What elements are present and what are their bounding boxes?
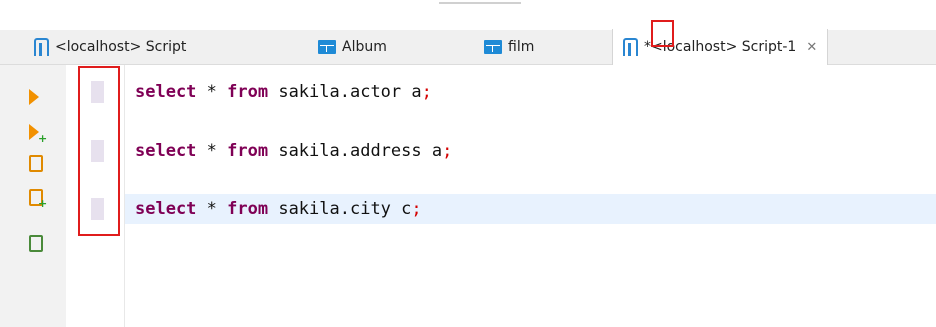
keyword-select: select xyxy=(135,199,197,219)
tab-label: Album xyxy=(342,39,387,55)
tab-label: film xyxy=(508,39,535,55)
tab-album[interactable]: Album xyxy=(318,30,387,64)
execute-script-new-tab-button[interactable]: + xyxy=(29,189,47,210)
explain-plan-button[interactable] xyxy=(29,235,45,252)
keyword-select: select xyxy=(135,141,197,161)
tab-localhost-script-1[interactable]: *<localhost> Script-1 ✕ xyxy=(612,29,829,65)
gutter-highlight-box xyxy=(78,66,120,236)
top-divider xyxy=(439,2,521,4)
execute-script-button[interactable] xyxy=(29,155,45,172)
code-text: * xyxy=(196,141,228,161)
keyword-from: from xyxy=(227,141,269,161)
code-text: sakila.address a xyxy=(268,141,443,161)
code-line[interactable]: select * from sakila.address a; xyxy=(125,136,936,166)
code-text: * xyxy=(196,199,228,219)
unsaved-marker-highlight-box xyxy=(651,20,674,47)
code-line[interactable]: select * from sakila.actor a; xyxy=(125,77,936,107)
semicolon: ; xyxy=(421,82,432,102)
code-text: sakila.actor a xyxy=(268,82,422,102)
code-line-current[interactable]: select * from sakila.city c; xyxy=(125,194,936,224)
tab-label: <localhost> Script xyxy=(55,39,187,55)
script-icon xyxy=(623,38,638,56)
script-run-icon xyxy=(29,155,43,172)
sql-editor[interactable]: select * from sakila.actor a; select * f… xyxy=(125,65,936,327)
close-icon[interactable]: ✕ xyxy=(806,40,817,55)
script-icon xyxy=(34,38,49,56)
table-icon xyxy=(484,40,502,54)
document-icon xyxy=(29,235,43,252)
table-icon xyxy=(318,40,336,54)
editor-toolbar: + + xyxy=(0,65,67,327)
keyword-select: select xyxy=(135,82,197,102)
execute-in-new-tab-button[interactable]: + xyxy=(29,124,47,145)
top-strip xyxy=(0,0,936,30)
execute-statement-button[interactable] xyxy=(29,89,45,105)
keyword-from: from xyxy=(227,82,269,102)
semicolon: ; xyxy=(411,199,422,219)
semicolon: ; xyxy=(442,141,453,161)
keyword-from: from xyxy=(227,199,269,219)
editor-tab-bar: <localhost> Script Album film *<localhos… xyxy=(0,29,936,65)
code-text: sakila.city c xyxy=(268,199,412,219)
code-text: * xyxy=(196,82,228,102)
tab-film[interactable]: film xyxy=(484,30,534,64)
tab-localhost-script[interactable]: <localhost> Script xyxy=(34,30,186,64)
play-icon xyxy=(29,89,39,105)
